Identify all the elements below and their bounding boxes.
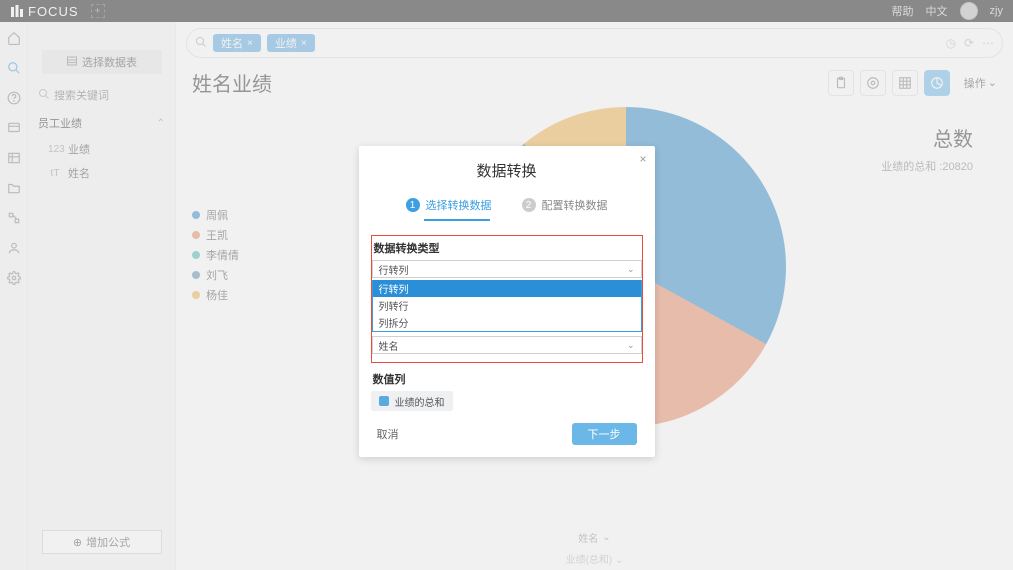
transform-type-select[interactable]: 行转列 ⌄ bbox=[372, 260, 642, 278]
data-transform-modal: × 数据转换 1选择转换数据 2配置转换数据 数据转换类型 行转列 ⌄ 行转列 … bbox=[359, 146, 655, 457]
highlighted-section: 数据转换类型 行转列 ⌄ 行转列 列转行 列拆分 姓名 ⌄ bbox=[371, 235, 643, 363]
dropdown-option[interactable]: 列转行 bbox=[373, 297, 641, 314]
steps: 1选择转换数据 2配置转换数据 bbox=[359, 197, 655, 213]
value-column-label: 数值列 bbox=[371, 371, 643, 387]
modal-overlay: × 数据转换 1选择转换数据 2配置转换数据 数据转换类型 行转列 ⌄ 行转列 … bbox=[0, 0, 1013, 570]
next-button[interactable]: 下一步 bbox=[572, 423, 637, 445]
type-label: 数据转换类型 bbox=[372, 240, 642, 256]
checkbox-icon bbox=[379, 396, 389, 406]
transform-type-dropdown: 行转列 列转行 列拆分 bbox=[372, 280, 642, 332]
value-chip[interactable]: 业绩的总和 bbox=[371, 391, 453, 411]
cancel-button[interactable]: 取消 bbox=[377, 426, 399, 442]
step-1[interactable]: 1选择转换数据 bbox=[406, 197, 492, 213]
modal-title: 数据转换 bbox=[359, 160, 655, 181]
dropdown-option[interactable]: 列拆分 bbox=[373, 314, 641, 331]
step-indicator bbox=[424, 219, 490, 221]
close-icon[interactable]: × bbox=[639, 152, 646, 166]
chevron-down-icon: ⌄ bbox=[627, 340, 635, 351]
chevron-down-icon: ⌄ bbox=[627, 264, 635, 275]
dropdown-option[interactable]: 行转列 bbox=[373, 280, 641, 297]
step-2[interactable]: 2配置转换数据 bbox=[522, 197, 608, 213]
modal-actions: 取消 下一步 bbox=[359, 411, 655, 445]
name-column-select[interactable]: 姓名 ⌄ bbox=[372, 336, 642, 354]
